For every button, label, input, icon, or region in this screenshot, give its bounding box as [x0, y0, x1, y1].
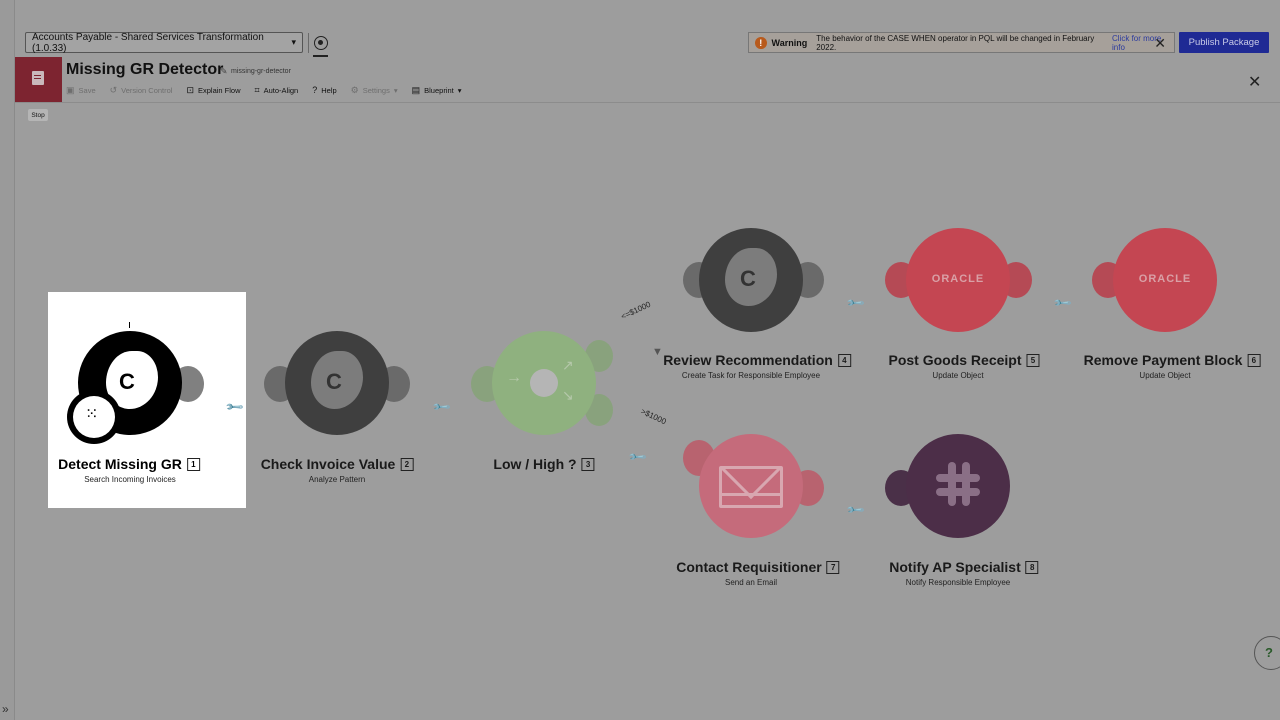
node-3-number: 3 [581, 458, 595, 471]
left-sidebar-strip [0, 0, 15, 720]
save-icon: ▣ [66, 84, 75, 95]
node-7-title: Contact Requisitioner 7 [676, 559, 840, 575]
blueprint-button[interactable]: ▤ Blueprint ▾ [412, 85, 462, 96]
node-8-subtitle: Notify Responsible Employee [905, 578, 1011, 587]
node-3-title: Low / High ? 3 [493, 456, 595, 472]
node-1-number: 1 [186, 458, 200, 471]
auto-align-button[interactable]: ⌗ Auto-Align [255, 85, 299, 96]
celonis-letter: C [119, 369, 135, 394]
active-indicator [313, 55, 328, 57]
settings-label: Settings [362, 85, 390, 95]
divider [308, 33, 309, 53]
blueprint-label: Blueprint [424, 85, 454, 95]
chevron-down-icon: ▾ [393, 85, 398, 95]
publish-package-button[interactable]: Publish Package [1179, 32, 1269, 53]
filter-icon[interactable]: ▼ [652, 346, 663, 358]
auto-align-label: Auto-Align [263, 85, 299, 95]
node-2-subtitle: Analyze Pattern [308, 475, 366, 484]
edge-label-high: >$1000 [639, 406, 668, 427]
celonis-icon: C [285, 331, 389, 435]
celonis-letter: C [740, 266, 756, 291]
settings-button[interactable]: ⚙ Settings ▾ [351, 85, 398, 96]
slack-icon [906, 434, 1010, 538]
help-widget-icon[interactable] [1254, 636, 1280, 670]
close-icon[interactable]: ✕ [1248, 72, 1261, 92]
node-4-number: 4 [837, 354, 851, 367]
package-select[interactable]: Accounts Payable - Shared Services Trans… [25, 31, 303, 54]
save-button[interactable]: ▣ Save [66, 85, 96, 96]
node-6-subtitle: Update Object [1139, 371, 1191, 380]
header-divider [15, 102, 1280, 103]
oracle-icon: ORACLE [1113, 228, 1217, 332]
oracle-logo-text: ORACLE [931, 273, 985, 285]
warning-icon: ! [755, 36, 767, 49]
node-6-number: 6 [1247, 354, 1261, 367]
node-6-title: Remove Payment Block 6 [1084, 352, 1261, 368]
gear-icon: ⚙ [350, 84, 359, 95]
email-icon [699, 434, 803, 538]
package-select-value: Accounts Payable - Shared Services Trans… [32, 31, 264, 54]
wrench-icon[interactable]: 🔧 [627, 447, 647, 467]
pencil-icon[interactable]: ✎ [220, 66, 228, 77]
wrench-icon[interactable]: 🔧 [845, 500, 865, 520]
explain-flow-button[interactable]: ⊡ Explain Flow [186, 85, 240, 96]
toolbar: ▣ Save ↺ Version Control ⊡ Explain Flow ⌗ Au… [66, 84, 462, 96]
node-2-number: 2 [400, 458, 414, 471]
version-control-label: Version Control [121, 85, 173, 95]
document-icon [32, 71, 44, 85]
expand-sidebar-icon[interactable]: » [2, 702, 9, 716]
node-1-title: Detect Missing GR 1 [58, 456, 200, 472]
app-tile[interactable] [15, 57, 62, 102]
node-1-subtitle: Search Incoming Invoices [84, 475, 176, 484]
chevron-down-icon: ▾ [457, 85, 462, 95]
node-7-number: 7 [826, 561, 840, 574]
history-icon: ↺ [109, 84, 118, 95]
help-icon: ? [312, 85, 318, 95]
wrench-icon[interactable]: 🔧 [845, 293, 865, 313]
warning-text: The behavior of the CASE WHEN operator i… [816, 33, 1095, 52]
node-8-title: Notify AP Specialist 8 [889, 559, 1039, 575]
chevron-down-icon: ▾ [291, 37, 296, 47]
oracle-icon: ORACLE [906, 228, 1010, 332]
wrench-icon[interactable]: 🔧 [1052, 293, 1072, 313]
version-control-button[interactable]: ↺ Version Control [110, 85, 173, 96]
wrench-icon[interactable]: 🔧 [431, 397, 451, 417]
router-icon: → ↗ ↘ [492, 331, 596, 435]
save-label: Save [78, 85, 96, 95]
warning-banner: ! Warning The behavior of the CASE WHEN … [748, 32, 1175, 53]
stop-tooltip: Stop [28, 109, 48, 121]
warning-title: Warning [771, 37, 808, 48]
node-1-marker [129, 322, 130, 328]
node-4-subtitle: Create Task for Responsible Employee [681, 371, 821, 380]
blueprint-icon: ▤ [411, 84, 421, 95]
node-2-title: Check Invoice Value 2 [261, 456, 414, 472]
spinner-icon: ⁙ [67, 390, 121, 444]
celonis-icon: C [699, 228, 803, 332]
celonis-letter: C [326, 369, 342, 394]
node-7-subtitle: Send an Email [724, 578, 778, 587]
slug-label: missing-gr-detector [231, 68, 291, 75]
close-warning-icon[interactable]: ✕ [1154, 35, 1166, 52]
help-button[interactable]: ? Help [312, 85, 336, 95]
align-icon: ⌗ [254, 84, 260, 95]
explain-icon: ⊡ [186, 84, 194, 95]
node-5-number: 5 [1026, 354, 1040, 367]
node-4-title: Review Recommendation 4 [663, 352, 851, 368]
edge-label-low: <=$1000 [619, 299, 653, 322]
help-label: Help [321, 85, 337, 95]
node-5-subtitle: Update Object [932, 371, 984, 380]
target-icon[interactable] [314, 36, 328, 50]
page-title: Missing GR Detector [66, 61, 224, 78]
explain-flow-label: Explain Flow [198, 85, 241, 95]
node-8-number: 8 [1025, 561, 1039, 574]
oracle-logo-text: ORACLE [1138, 273, 1192, 285]
node-5-title: Post Goods Receipt 5 [888, 352, 1040, 368]
